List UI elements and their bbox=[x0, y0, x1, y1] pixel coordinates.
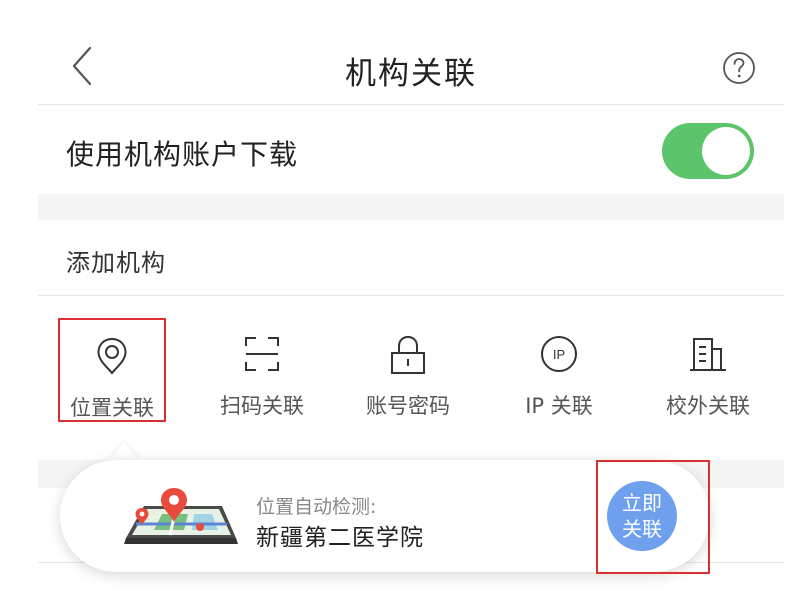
option-location-association[interactable]: 位置关联 bbox=[58, 318, 166, 422]
link-now-highlight: 立即 关联 bbox=[596, 460, 710, 574]
svg-text:IP: IP bbox=[553, 347, 565, 362]
page-title: 机构关联 bbox=[345, 56, 477, 92]
option-scan-association[interactable]: 扫码关联 bbox=[214, 318, 310, 422]
add-institution-header: 添加机构 bbox=[38, 220, 784, 296]
association-options: 位置关联 扫码关联 账号密码 IP IP 关联 校外关联 bbox=[38, 296, 784, 460]
scan-frame-icon bbox=[245, 337, 279, 371]
option-label: 位置关联 bbox=[70, 396, 154, 420]
screen: 机构关联 使用机构账户下载 添加机构 位置关联 扫码关联 账号密码 IP IP … bbox=[0, 0, 806, 596]
lock-icon bbox=[391, 335, 425, 374]
option-label: 扫码关联 bbox=[220, 394, 304, 418]
section-divider bbox=[38, 194, 784, 220]
link-now-button[interactable]: 立即 关联 bbox=[607, 481, 677, 551]
question-circle-icon bbox=[723, 52, 755, 84]
nav-bar: 机构关联 bbox=[38, 0, 784, 105]
location-pin-icon bbox=[97, 337, 127, 375]
link-now-line2: 关联 bbox=[622, 517, 662, 541]
link-now-line1: 立即 bbox=[622, 491, 662, 515]
help-button[interactable] bbox=[722, 51, 756, 85]
option-label: 账号密码 bbox=[366, 394, 450, 418]
option-ip-association[interactable]: IP IP 关联 bbox=[516, 318, 602, 422]
building-icon bbox=[690, 338, 726, 371]
option-account-password[interactable]: 账号密码 bbox=[360, 318, 456, 422]
detect-caption: 位置自动检测: bbox=[256, 496, 377, 518]
detected-institution-name: 新疆第二医学院 bbox=[256, 525, 424, 551]
ip-circle-icon: IP bbox=[541, 336, 577, 372]
option-label: 校外关联 bbox=[666, 394, 750, 418]
toggle-knob bbox=[702, 127, 750, 175]
map-location-illustration bbox=[124, 488, 238, 544]
location-detect-popup: 位置自动检测: 新疆第二医学院 立即 关联 bbox=[60, 460, 710, 574]
option-offcampus-association[interactable]: 校外关联 bbox=[660, 318, 756, 422]
institution-download-toggle[interactable] bbox=[662, 123, 754, 179]
add-institution-title: 添加机构 bbox=[66, 249, 166, 277]
popup-pointer bbox=[108, 442, 140, 462]
institution-download-row: 使用机构账户下载 bbox=[38, 105, 784, 193]
institution-download-label: 使用机构账户下载 bbox=[66, 138, 299, 171]
option-label: IP 关联 bbox=[525, 394, 593, 418]
